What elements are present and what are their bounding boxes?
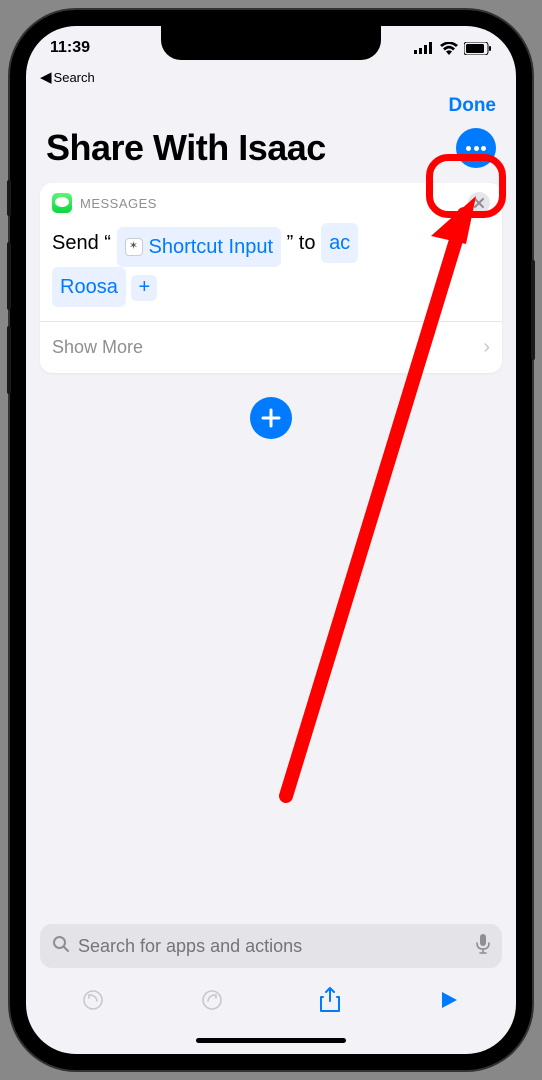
home-indicator[interactable] bbox=[26, 1026, 516, 1054]
cellular-icon bbox=[414, 42, 434, 54]
bottom-toolbar bbox=[26, 974, 516, 1026]
share-button[interactable] bbox=[310, 987, 350, 1013]
search-icon bbox=[52, 935, 70, 958]
close-icon bbox=[474, 198, 484, 208]
redo-button[interactable] bbox=[192, 988, 232, 1012]
done-button[interactable]: Done bbox=[449, 95, 497, 117]
show-more-row[interactable]: Show More › bbox=[40, 321, 502, 373]
battery-icon bbox=[464, 42, 492, 55]
action-text-prefix: Send “ bbox=[52, 232, 111, 254]
back-to-app[interactable]: ◀︎ Search bbox=[26, 70, 516, 85]
wifi-icon bbox=[440, 42, 458, 55]
action-app-label: MESSAGES bbox=[80, 196, 157, 211]
page-title: Share With Isaac bbox=[46, 127, 326, 169]
run-button[interactable] bbox=[429, 990, 469, 1010]
action-card: MESSAGES Send “ ✶ Shortcut Input ” to ac… bbox=[40, 183, 502, 373]
search-bar[interactable] bbox=[40, 924, 502, 968]
share-icon bbox=[319, 987, 341, 1013]
recipient-token-part2[interactable]: Roosa bbox=[52, 267, 126, 307]
microphone-icon[interactable] bbox=[476, 934, 490, 959]
more-options-button[interactable] bbox=[456, 128, 496, 168]
redo-icon bbox=[200, 988, 224, 1012]
undo-button[interactable] bbox=[73, 988, 113, 1012]
chevron-right-icon: › bbox=[483, 336, 490, 359]
undo-icon bbox=[81, 988, 105, 1012]
play-icon bbox=[439, 990, 459, 1010]
action-body[interactable]: Send “ ✶ Shortcut Input ” to ac Roosa + bbox=[40, 219, 502, 321]
back-app-label: Search bbox=[54, 70, 95, 85]
recipient-token-part1[interactable]: ac bbox=[321, 223, 358, 263]
ellipsis-icon bbox=[466, 146, 486, 151]
add-action-button[interactable] bbox=[250, 397, 292, 439]
show-more-label: Show More bbox=[52, 337, 143, 358]
input-token-label: Shortcut Input bbox=[149, 229, 274, 265]
search-input[interactable] bbox=[78, 936, 468, 957]
action-text-mid: ” to bbox=[287, 232, 316, 254]
remove-action-button[interactable] bbox=[468, 192, 490, 214]
messages-app-icon bbox=[52, 193, 72, 213]
add-recipient-button[interactable]: + bbox=[131, 275, 157, 301]
notch bbox=[161, 26, 381, 60]
shortcut-input-icon: ✶ bbox=[125, 238, 143, 256]
plus-icon bbox=[261, 408, 281, 428]
back-caret-icon: ◀︎ bbox=[40, 70, 52, 85]
status-time: 11:39 bbox=[50, 39, 130, 57]
status-icons bbox=[412, 42, 492, 55]
input-token[interactable]: ✶ Shortcut Input bbox=[117, 227, 282, 267]
